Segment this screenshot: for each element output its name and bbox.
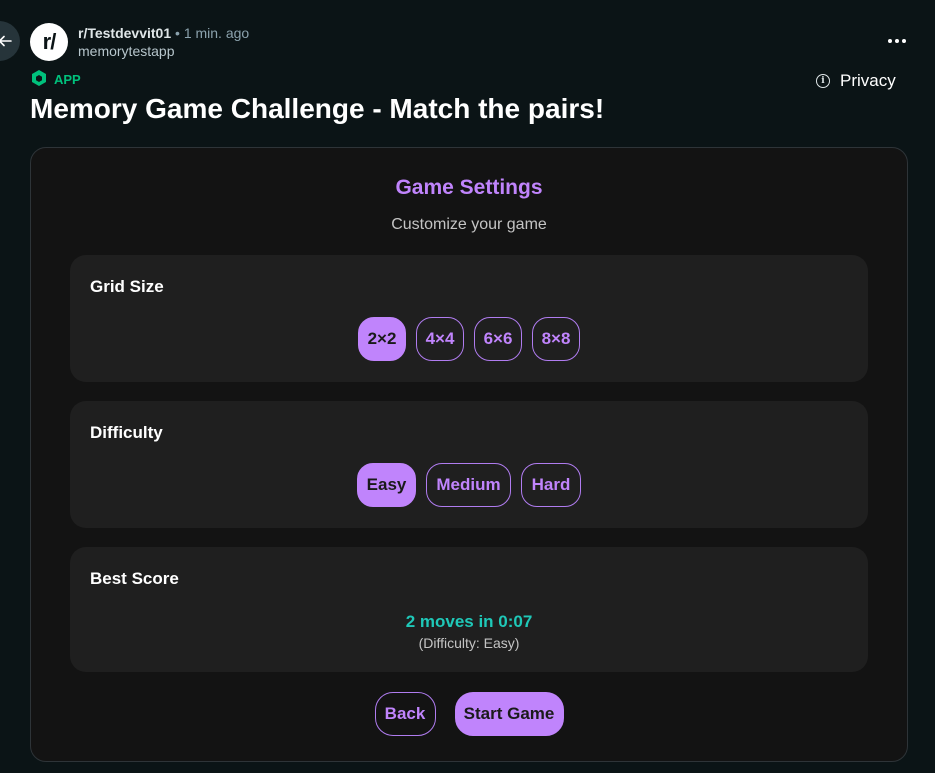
grid-size-section: Grid Size 2×2 4×4 6×6 8×8 [70, 255, 868, 382]
grid-size-option-6x6[interactable]: 6×6 [474, 317, 522, 361]
app-badge-label: APP [54, 72, 81, 87]
more-options-button[interactable] [882, 28, 912, 54]
grid-size-option-2x2[interactable]: 2×2 [358, 317, 406, 361]
post-meta: r/Testdevvit01 • 1 min. ago memorytestap… [78, 24, 249, 60]
difficulty-label: Difficulty [90, 423, 163, 442]
post-title: Memory Game Challenge - Match the pairs! [30, 93, 605, 124]
grid-size-option-4x4[interactable]: 4×4 [416, 317, 464, 361]
post-time: 1 min. ago [183, 25, 250, 41]
info-icon: i [816, 74, 830, 88]
avatar-text: r/ [42, 29, 57, 54]
app-badge: APP [30, 69, 81, 90]
author-link[interactable]: memorytestapp [78, 42, 249, 60]
game-app-frame: Game Settings Customize your game Grid S… [30, 147, 908, 762]
difficulty-option-medium[interactable]: Medium [426, 463, 511, 507]
difficulty-option-hard[interactable]: Hard [521, 463, 581, 507]
grid-size-options: 2×2 4×4 6×6 8×8 [70, 317, 868, 361]
grid-size-label: Grid Size [90, 277, 164, 296]
privacy-label: Privacy [840, 71, 896, 90]
arrow-left-icon [0, 34, 12, 48]
privacy-link[interactable]: i Privacy [816, 71, 896, 91]
more-options-icon [888, 39, 892, 43]
action-buttons: Back Start Game [31, 692, 907, 736]
best-score-label: Best Score [90, 569, 179, 588]
app-cube-icon [30, 69, 48, 90]
settings-title: Game Settings [395, 176, 543, 199]
difficulty-section: Difficulty Easy Medium Hard [70, 401, 868, 528]
best-score-difficulty: (Difficulty: Easy) [418, 635, 520, 651]
subreddit-link[interactable]: r/Testdevvit01 [78, 25, 171, 41]
settings-subtitle: Customize your game [391, 216, 547, 233]
difficulty-option-easy[interactable]: Easy [357, 463, 416, 507]
start-game-button[interactable]: Start Game [454, 692, 564, 736]
best-score-value: 2 moves in 0:07 [405, 612, 533, 631]
grid-size-option-8x8[interactable]: 8×8 [532, 317, 580, 361]
best-score-section: Best Score 2 moves in 0:07 (Difficulty: … [70, 547, 868, 672]
meta-separator: • [175, 25, 180, 41]
back-button[interactable]: Back [374, 692, 436, 736]
difficulty-options: Easy Medium Hard [70, 463, 868, 507]
back-arrow-button[interactable] [0, 21, 20, 61]
subreddit-avatar[interactable]: r/ [30, 23, 68, 61]
